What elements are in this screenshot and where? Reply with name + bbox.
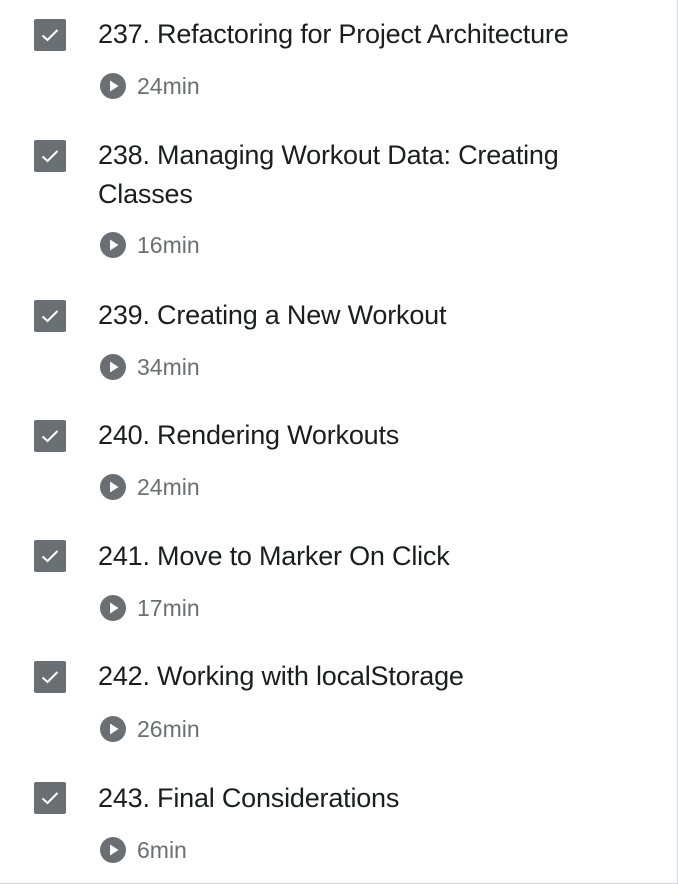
lecture-item[interactable]: 243. Final Considerations 6min (0, 762, 677, 883)
lecture-meta: 16min (100, 231, 200, 259)
play-circle-icon (100, 73, 126, 99)
completed-checkbox[interactable] (34, 300, 66, 332)
lecture-title: 242. Working with localStorage (98, 661, 464, 691)
checkmark-icon (41, 150, 59, 163)
completed-checkbox[interactable] (34, 540, 66, 572)
play-circle-icon (100, 716, 126, 742)
lecture-duration: 6min (137, 837, 187, 863)
lecture-title: 237. Refactoring for Project Architectur… (98, 19, 569, 49)
play-circle-icon (100, 595, 126, 621)
lecture-title: 241. Move to Marker On Click (98, 541, 450, 571)
lecture-meta: 24min (100, 72, 200, 100)
play-circle-icon (100, 232, 126, 258)
lecture-duration: 34min (137, 354, 200, 380)
completed-checkbox[interactable] (34, 19, 66, 51)
checkmark-icon (41, 430, 59, 443)
checkmark-icon (41, 792, 59, 805)
lecture-title: 239. Creating a New Workout (98, 300, 447, 330)
lecture-duration: 16min (137, 232, 200, 258)
lecture-meta: 6min (100, 836, 187, 864)
lecture-duration: 24min (137, 73, 200, 99)
checkmark-icon (41, 671, 59, 684)
lecture-duration: 17min (137, 595, 200, 621)
checkmark-icon (41, 310, 59, 323)
lecture-title: 243. Final Considerations (98, 783, 400, 813)
lecture-meta: 17min (100, 594, 200, 622)
lecture-title: 238. Managing Workout Data: Creating Cla… (98, 140, 559, 209)
curriculum-lecture-list: 237. Refactoring for Project Architectur… (0, 0, 678, 884)
lecture-meta: 34min (100, 353, 200, 381)
checkmark-icon (41, 29, 59, 42)
completed-checkbox[interactable] (34, 782, 66, 814)
lecture-duration: 24min (137, 474, 200, 500)
lecture-meta: 24min (100, 473, 200, 501)
lecture-meta: 26min (100, 715, 200, 743)
completed-checkbox[interactable] (34, 420, 66, 452)
lecture-item[interactable]: 238. Managing Workout Data: Creating Cla… (0, 120, 677, 280)
completed-checkbox[interactable] (34, 140, 66, 172)
play-circle-icon (100, 837, 126, 863)
lecture-duration: 26min (137, 716, 200, 742)
play-circle-icon (100, 354, 126, 380)
completed-checkbox[interactable] (34, 661, 66, 693)
checkmark-icon (41, 550, 59, 563)
lecture-item[interactable]: 241. Move to Marker On Click 17min (0, 520, 677, 641)
play-circle-icon (100, 474, 126, 500)
lecture-item[interactable]: 237. Refactoring for Project Architectur… (0, 0, 677, 120)
lecture-item[interactable]: 240. Rendering Workouts 24min (0, 400, 677, 520)
lecture-item[interactable]: 242. Working with localStorage 26min (0, 641, 677, 762)
lecture-item[interactable]: 239. Creating a New Workout 34min (0, 280, 677, 400)
lecture-title: 240. Rendering Workouts (98, 420, 400, 450)
